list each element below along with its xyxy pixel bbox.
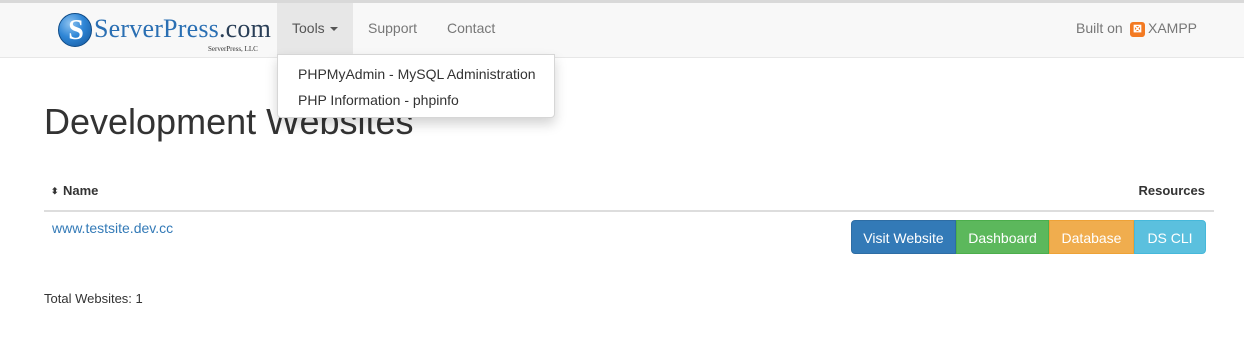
- dashboard-button[interactable]: Dashboard: [956, 220, 1049, 254]
- database-button[interactable]: Database: [1049, 220, 1134, 254]
- brand-name: ServerPress.com: [94, 14, 271, 44]
- column-header-name[interactable]: ⬍ Name: [51, 182, 98, 200]
- column-header-resources: Resources: [1138, 183, 1205, 198]
- xampp-logo-glyph: ⊠: [1132, 23, 1143, 35]
- serverpress-logo-icon: S: [58, 13, 92, 47]
- brand-name-main: ServerPress: [94, 14, 219, 43]
- total-websites: Total Websites: 1: [44, 291, 143, 306]
- brand-subtitle: ServerPress, LLC: [208, 45, 258, 53]
- nav-support-link[interactable]: Support: [353, 3, 432, 54]
- visit-website-button[interactable]: Visit Website: [851, 220, 956, 254]
- table-header-divider: [44, 210, 1214, 212]
- caret-down-icon: [329, 27, 338, 32]
- tools-dropdown-menu: PHPMyAdmin - MySQL Administration PHP In…: [277, 54, 555, 118]
- navbar: S ServerPress.com ServerPress, LLC Tools…: [0, 3, 1244, 58]
- built-on-label: Built on: [1076, 20, 1123, 36]
- sort-icon: ⬍: [51, 186, 59, 196]
- ds-cli-button[interactable]: DS CLI: [1134, 220, 1206, 254]
- brand-logo-letter: S: [68, 15, 84, 46]
- xampp-link[interactable]: XAMPP: [1148, 3, 1197, 54]
- nav-contact-link[interactable]: Contact: [432, 3, 510, 54]
- brand-name-suffix: .com: [218, 14, 272, 43]
- xampp-logo-icon[interactable]: ⊠: [1130, 22, 1145, 37]
- menu-item-phpinfo[interactable]: PHP Information - phpinfo: [298, 90, 459, 110]
- nav-tools-dropdown[interactable]: Tools: [277, 3, 353, 54]
- brand-logo[interactable]: S ServerPress.com ServerPress, LLC: [58, 10, 271, 54]
- nav-tools-label: Tools: [292, 20, 325, 36]
- column-header-name-label: Name: [63, 183, 99, 198]
- site-link[interactable]: www.testsite.dev.cc: [52, 220, 173, 236]
- menu-item-phpmyadmin[interactable]: PHPMyAdmin - MySQL Administration: [298, 64, 536, 84]
